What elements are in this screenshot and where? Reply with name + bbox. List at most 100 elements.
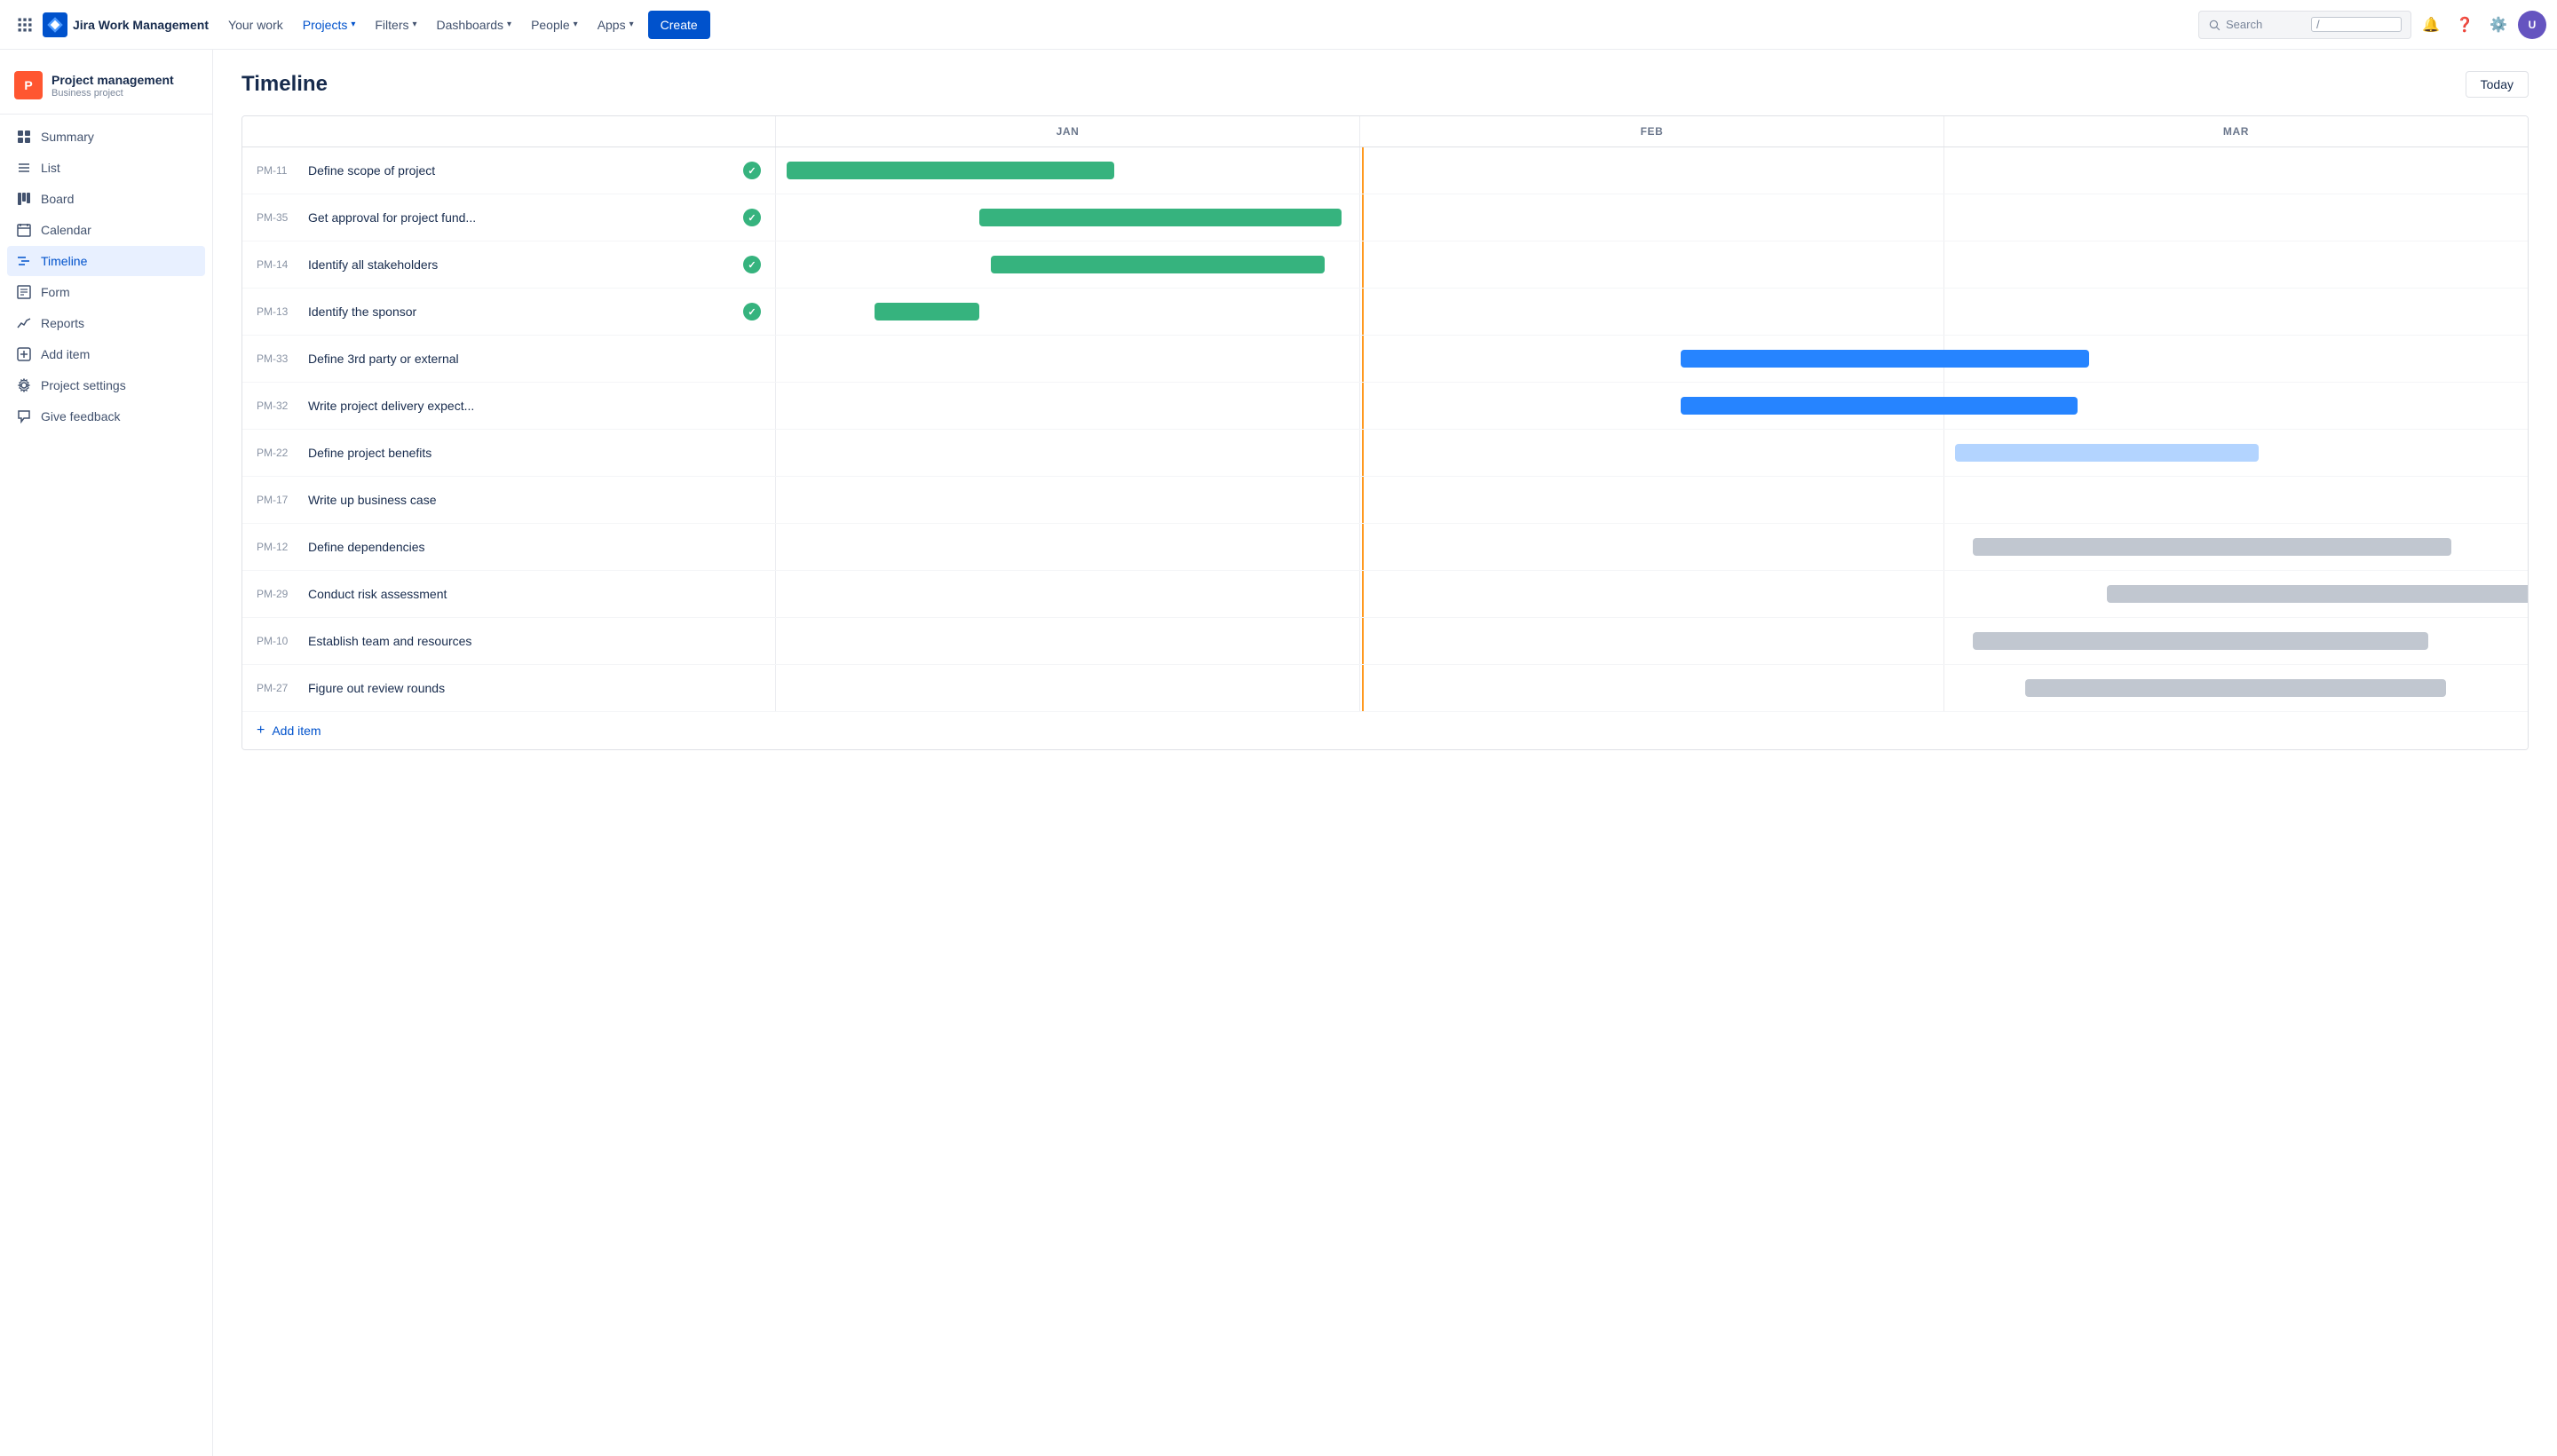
gantt-bar[interactable]: [1681, 350, 2090, 368]
sidebar-item-reports[interactable]: Reports: [7, 308, 205, 338]
task-info: PM-14Identify all stakeholders: [242, 247, 775, 282]
sidebar-navigation: Summary List Board Calendar: [0, 122, 212, 431]
month-feb: FEB: [1359, 116, 1943, 146]
gantt-area: [775, 524, 2528, 570]
table-row[interactable]: PM-22Define project benefits: [242, 430, 2528, 477]
task-name: Conduct risk assessment: [308, 587, 761, 601]
table-row[interactable]: PM-35Get approval for project fund...: [242, 194, 2528, 241]
page-title: Timeline: [241, 72, 328, 97]
task-id: PM-29: [257, 588, 299, 600]
table-row[interactable]: PM-12Define dependencies: [242, 524, 2528, 571]
search-bar[interactable]: Search /: [2198, 11, 2411, 39]
table-row[interactable]: PM-17Write up business case: [242, 477, 2528, 524]
timeline-label-column: [242, 116, 775, 146]
notifications-button[interactable]: 🔔: [2417, 11, 2445, 39]
table-row[interactable]: PM-14Identify all stakeholders: [242, 241, 2528, 289]
search-shortcut: /: [2311, 17, 2402, 32]
gantt-area: [775, 194, 2528, 241]
task-id: PM-10: [257, 635, 299, 647]
settings-button[interactable]: ⚙️: [2484, 11, 2513, 39]
table-row[interactable]: PM-29 Conduct risk assessment: [242, 571, 2528, 618]
task-name: Establish team and resources: [308, 634, 761, 648]
sidebar-item-add-item[interactable]: Add item: [7, 339, 205, 369]
sidebar-item-board-label: Board: [41, 192, 74, 206]
sidebar-item-project-settings[interactable]: Project settings: [7, 370, 205, 400]
table-row[interactable]: PM-10 Establish team and resources: [242, 618, 2528, 665]
sidebar-item-summary[interactable]: Summary: [7, 122, 205, 152]
gantt-area: [775, 477, 2528, 523]
table-row[interactable]: PM-32Write project delivery expect...: [242, 383, 2528, 430]
add-icon: +: [257, 723, 265, 739]
gantt-bar[interactable]: [1506, 491, 1944, 509]
gantt-bar[interactable]: [1955, 444, 2259, 462]
board-icon: [16, 191, 32, 207]
sidebar-item-calendar[interactable]: Calendar: [7, 215, 205, 245]
add-item-row[interactable]: + Add item: [242, 711, 2528, 749]
gantt-bar[interactable]: [991, 256, 1324, 273]
nav-filters[interactable]: Filters ▾: [366, 11, 425, 39]
project-icon: P: [14, 71, 43, 99]
sidebar-item-summary-label: Summary: [41, 130, 94, 144]
nav-people[interactable]: People ▾: [522, 11, 587, 39]
timeline-rows: PM-11Define scope of project PM-35Get app…: [242, 147, 2528, 711]
create-button[interactable]: Create: [648, 11, 710, 39]
sidebar-item-project-settings-label: Project settings: [41, 378, 126, 392]
gantt-area: [775, 241, 2528, 288]
task-info: PM-33Define 3rd party or external: [242, 343, 775, 375]
task-info: PM-32Write project delivery expect...: [242, 390, 775, 422]
top-navigation: Jira Work Management Your work Projects …: [0, 0, 2557, 50]
sidebar-item-timeline-label: Timeline: [41, 254, 87, 268]
gantt-bar[interactable]: [1681, 397, 2078, 415]
today-button[interactable]: Today: [2466, 71, 2529, 98]
apps-chevron: ▾: [629, 20, 634, 29]
task-status-done: [743, 303, 761, 320]
nav-apps[interactable]: Apps ▾: [589, 11, 643, 39]
main-content: Timeline Today JAN FEB MAR PM-11Define s…: [213, 50, 2557, 1456]
nav-your-work[interactable]: Your work: [219, 11, 292, 39]
gantt-bar[interactable]: [979, 209, 1342, 226]
task-id: PM-13: [257, 305, 299, 318]
task-id: PM-22: [257, 447, 299, 459]
task-status-done: [743, 162, 761, 179]
sidebar-item-add-item-label: Add item: [41, 347, 90, 361]
topnav-right-actions: Search / 🔔 ❓ ⚙️ U: [2198, 11, 2546, 39]
add-item-icon: [16, 346, 32, 362]
gantt-bar[interactable]: [875, 303, 979, 320]
gantt-bar[interactable]: [2107, 585, 2529, 603]
task-status-done: [743, 209, 761, 226]
task-id: PM-33: [257, 352, 299, 365]
sidebar-item-timeline[interactable]: Timeline: [7, 246, 205, 276]
project-header: P Project management Business project: [0, 64, 212, 115]
nav-dashboards[interactable]: Dashboards ▾: [428, 11, 521, 39]
gantt-area: [775, 147, 2528, 194]
task-id: PM-32: [257, 400, 299, 412]
sidebar-item-list[interactable]: List: [7, 153, 205, 183]
main-navigation: Your work Projects ▾ Filters ▾ Dashboard…: [219, 11, 2195, 39]
table-row[interactable]: PM-11Define scope of project: [242, 147, 2528, 194]
app-logo[interactable]: Jira Work Management: [43, 12, 209, 37]
task-id: PM-11: [257, 164, 299, 177]
task-info: PM-11Define scope of project: [242, 153, 775, 188]
sidebar-item-form[interactable]: Form: [7, 277, 205, 307]
task-info: PM-29 Conduct risk assessment: [242, 578, 775, 610]
sidebar-item-calendar-label: Calendar: [41, 223, 91, 237]
gantt-area: [775, 665, 2528, 711]
grid-menu-icon[interactable]: [11, 11, 39, 39]
gantt-bar[interactable]: [1973, 538, 2452, 556]
gantt-bar[interactable]: [2025, 679, 2446, 697]
sidebar-item-give-feedback[interactable]: Give feedback: [7, 401, 205, 431]
table-row[interactable]: PM-33Define 3rd party or external: [242, 336, 2528, 383]
user-avatar[interactable]: U: [2518, 11, 2546, 39]
help-button[interactable]: ❓: [2450, 11, 2479, 39]
sidebar-item-board[interactable]: Board: [7, 184, 205, 214]
month-mar: MAR: [1943, 116, 2528, 146]
nav-projects[interactable]: Projects ▾: [294, 11, 365, 39]
sidebar-item-give-feedback-label: Give feedback: [41, 409, 121, 423]
table-row[interactable]: PM-27Figure out review rounds: [242, 665, 2528, 711]
table-row[interactable]: PM-13Identify the sponsor: [242, 289, 2528, 336]
project-settings-icon: [16, 377, 32, 393]
gantt-bar[interactable]: [1973, 632, 2428, 650]
gantt-bar[interactable]: [787, 162, 1113, 179]
task-name: Write up business case: [308, 493, 761, 507]
task-id: PM-12: [257, 541, 299, 553]
